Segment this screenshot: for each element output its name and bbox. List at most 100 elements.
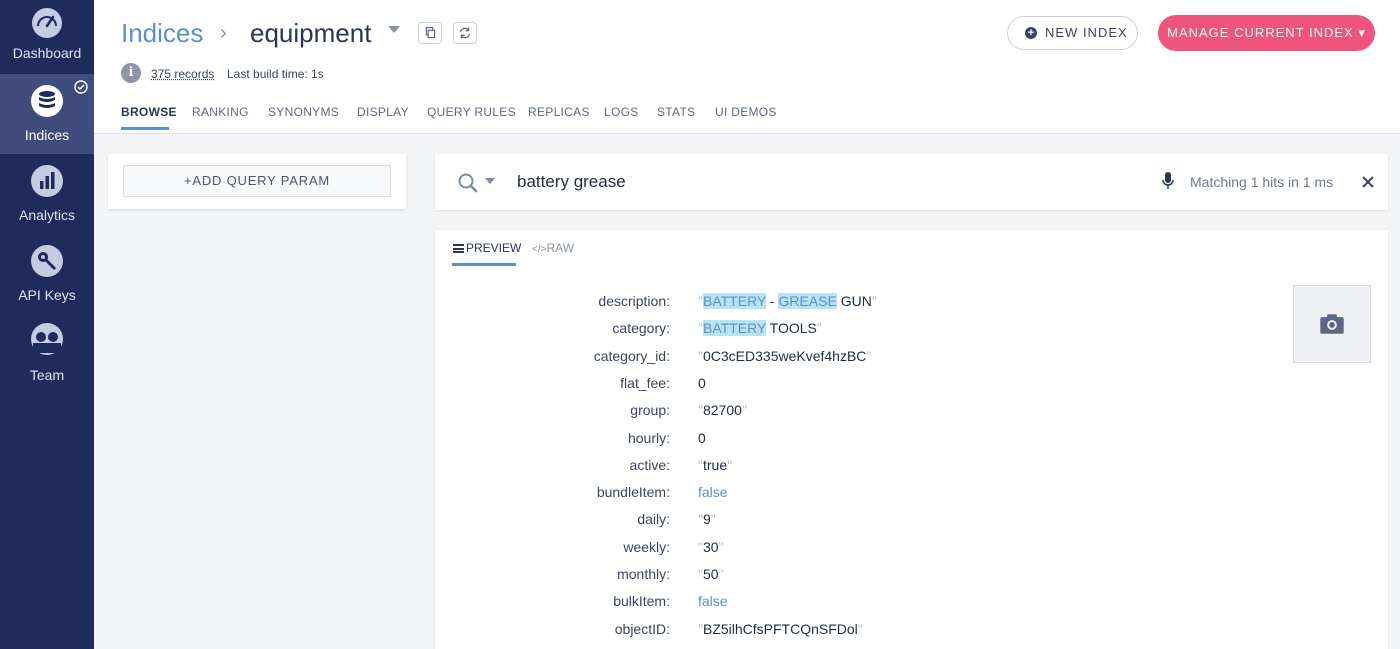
close-icon[interactable] [1362,176,1374,188]
attribute-value: "0C3cED335weKvef4hzBC" [698,348,871,364]
attribute-key: monthly: [617,566,670,582]
sidebar-item-label: Indices [24,127,70,143]
tab-preview[interactable]: PREVIEW [453,241,521,255]
attribute-value: "BZ5ilhCfsPFTCQnSFDol" [698,621,863,637]
highlighted-match: BATTERY [702,320,767,337]
breadcrumb-indices-link[interactable]: Indices [121,18,203,49]
sidebar-item-indices[interactable]: Indices [0,74,94,154]
copy-icon [425,26,436,39]
new-index-label: NEW INDEX [1045,25,1128,40]
sidebar-item-team[interactable]: Team [0,320,94,400]
attribute-key: objectID: [614,620,670,637]
refresh-button[interactable] [453,22,477,44]
attribute-row: bulkItem: false [435,593,1135,613]
highlighted-match: GREASE [778,293,837,309]
value-segment: " [866,347,872,364]
query-params-panel: +ADD QUERY PARAM [108,154,406,209]
tab-preview-label: PREVIEW [466,241,522,255]
value-segment: 0C3cED335weKvef4hzBC [702,347,867,364]
gauge-icon [32,8,62,38]
attribute-row: weekly: "30" [435,539,1135,559]
attribute-key: group: [630,402,670,419]
attribute-key: category: [612,320,670,337]
attribute-key: category_id: [593,347,670,364]
search-input[interactable] [517,170,1017,194]
sidebar-item-api-keys[interactable]: API Keys [0,240,94,320]
value-segment: 30 [702,538,719,555]
tab-ui-demos[interactable]: UI DEMOS [715,105,777,119]
attribute-row: category: "BATTERY TOOLS" [435,320,1135,340]
search-icon[interactable] [457,172,479,194]
attribute-row: daily: "9" [435,511,1135,531]
sidebar-item-analytics[interactable]: Analytics [0,160,94,240]
sidebar-item-label: Dashboard [12,45,82,61]
check-circle-icon [74,80,88,94]
manage-current-index-button[interactable]: MANAGE CURRENT INDEX ▾ [1158,15,1375,51]
tab-display[interactable]: DISPLAY [357,105,409,119]
tab-raw-label: RAW [546,241,575,255]
page-header: Indices › equipment i 375 records Last b… [94,0,1400,134]
index-name[interactable]: equipment [250,18,371,49]
value-segment: TOOLS [766,320,817,337]
attribute-row: hourly: 0 [435,430,1135,450]
last-build-time: Last build time: 1s [227,67,324,81]
add-query-param-button[interactable]: +ADD QUERY PARAM [123,165,391,197]
attribute-row: objectID: "BZ5ilhCfsPFTCQnSFDol" [435,621,1135,641]
camera-icon [1320,314,1344,334]
search-bar: Matching 1 hits in 1 ms [435,154,1388,210]
sidebar-item-label: Analytics [18,207,76,223]
attribute-value: false [698,484,728,500]
attribute-key: bulkItem: [613,593,670,610]
tab-query-rules[interactable]: QUERY RULES [427,105,516,119]
attribute-value: "BATTERY - GREASE GUN" [698,293,877,309]
bar-chart-icon [31,165,63,197]
attribute-value: "50" [698,566,724,582]
list-icon [453,244,464,253]
index-dropdown-caret-icon[interactable] [388,26,400,33]
attribute-value: 0 [698,375,706,391]
attribute-key: hourly: [627,429,670,446]
copy-index-button[interactable] [418,22,442,44]
sidebar: Dashboard Indices Analytics API Keys Tea… [0,0,94,649]
attribute-row: monthly: "50" [435,566,1135,586]
record-image-placeholder[interactable] [1293,285,1371,363]
tab-stats[interactable]: STATS [657,105,695,119]
attribute-key: active: [629,456,670,473]
tab-raw[interactable]: </>RAW [532,241,574,255]
value-segment: - [766,293,779,309]
breadcrumb-separator: › [220,22,227,44]
tab-logs[interactable]: LOGS [604,105,639,119]
attribute-value: false [698,593,728,609]
value-segment: 50 [702,566,719,582]
active-result-tab-indicator [452,263,516,266]
attribute-key: description: [598,293,670,309]
search-options-caret-icon[interactable] [485,178,495,184]
sidebar-item-dashboard[interactable]: Dashboard [0,0,94,80]
tab-replicas[interactable]: REPLICAS [528,105,590,119]
microphone-icon[interactable] [1161,171,1175,191]
attribute-row: description: "BATTERY - GREASE GUN" [435,293,1135,313]
value-segment: true [702,456,728,473]
value-segment: " [718,566,724,582]
attribute-value: "82700" [698,402,747,418]
tab-browse[interactable]: BROWSE [121,105,177,119]
value-segment: " [857,620,863,637]
value-segment: " [816,320,822,337]
refresh-icon [459,27,471,39]
records-count-link[interactable]: 375 records [151,67,214,81]
sidebar-item-label: API Keys [18,287,76,303]
tab-ranking[interactable]: RANKING [192,105,249,119]
database-icon [31,85,63,117]
hits-summary: Matching 1 hits in 1 ms [1190,174,1334,190]
attribute-key: daily: [637,511,670,528]
team-icon [31,323,63,355]
value-segment: GUN [836,293,872,309]
active-tab-indicator [121,127,169,130]
new-index-button[interactable]: + NEW INDEX [1007,16,1138,50]
tab-synonyms[interactable]: SYNONYMS [268,105,339,119]
value-segment: false [698,593,728,610]
attribute-key: weekly: [623,538,670,555]
highlighted-match: BATTERY [702,293,767,309]
attribute-row: category_id: "0C3cED335weKvef4hzBC" [435,348,1135,368]
value-segment: " [718,538,724,555]
